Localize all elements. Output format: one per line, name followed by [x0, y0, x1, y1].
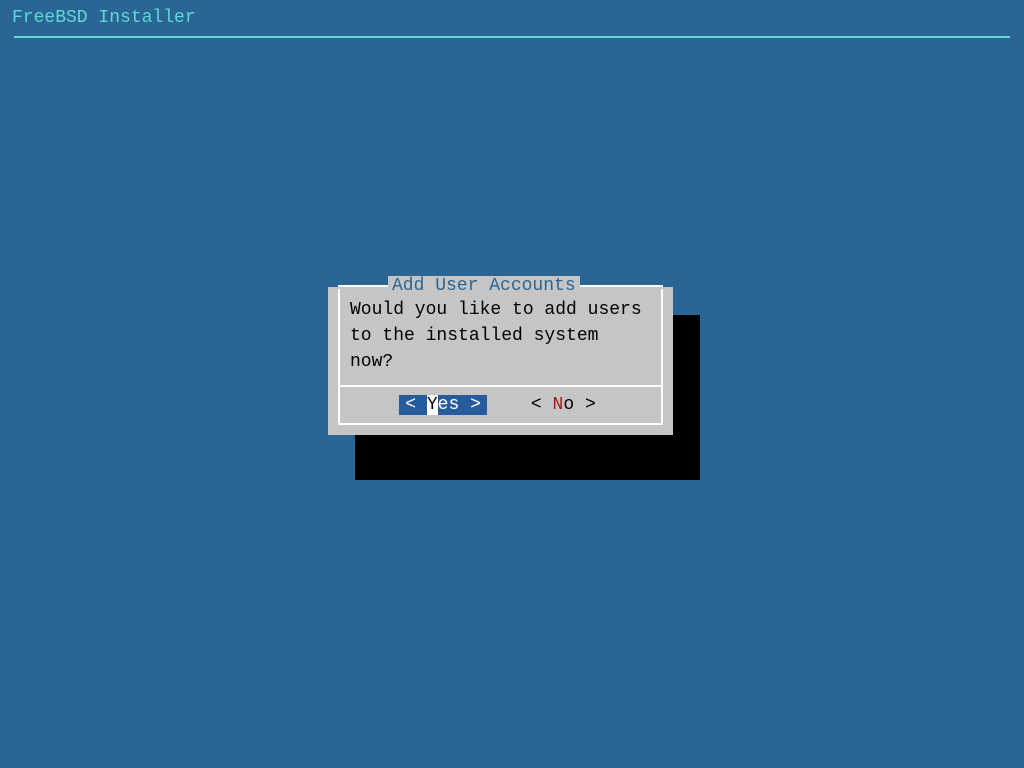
header-divider [14, 36, 1010, 38]
button-row: < Yes > < No > [340, 387, 661, 423]
yes-hotkey: Y [427, 395, 438, 415]
no-rest: o [563, 395, 574, 415]
bracket-close-icon: > [585, 395, 596, 415]
dialog-message: Would you like to add users to the insta… [340, 291, 661, 385]
title-border-left [338, 285, 388, 287]
yes-button[interactable]: < Yes > [399, 395, 487, 415]
no-button[interactable]: < No > [525, 395, 602, 415]
no-hotkey: N [553, 395, 564, 415]
yes-rest: es [438, 395, 460, 415]
bracket-close-icon: > [470, 395, 481, 415]
bracket-open-icon: < [531, 395, 542, 415]
dialog-frame: Would you like to add users to the insta… [338, 289, 663, 425]
bracket-open-icon: < [405, 395, 416, 415]
dialog-title-row: Add User Accounts [338, 285, 663, 287]
installer-title: FreeBSD Installer [12, 8, 196, 28]
title-border-right [580, 285, 663, 287]
add-users-dialog: Add User Accounts Would you like to add … [328, 287, 673, 435]
installer-header: FreeBSD Installer [0, 0, 1024, 32]
